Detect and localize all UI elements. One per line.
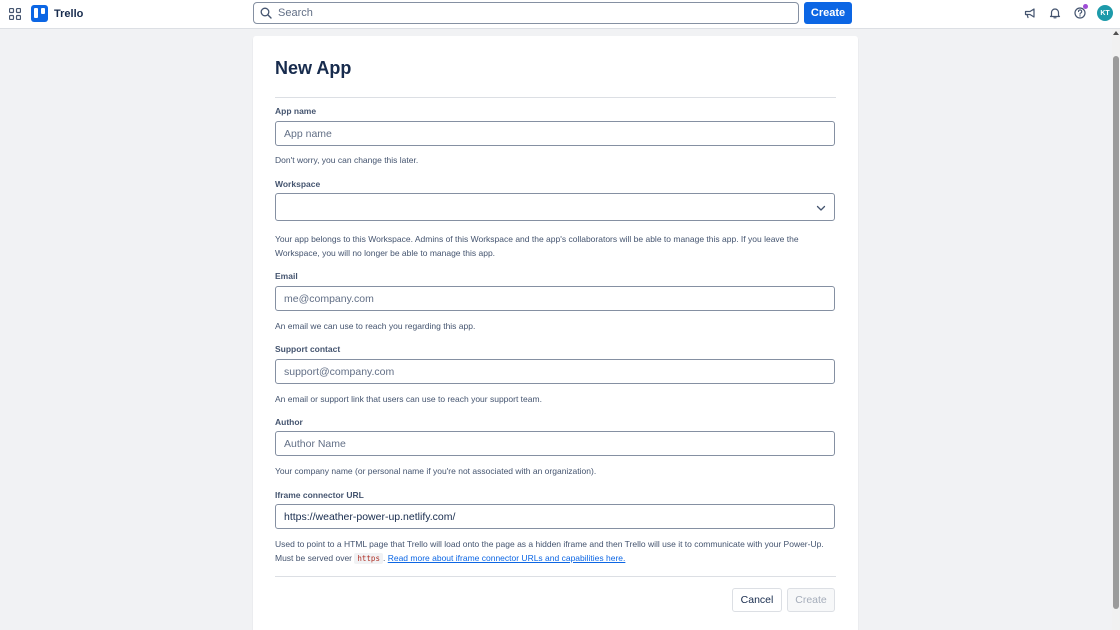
scroll-up-arrow-icon[interactable] bbox=[1113, 31, 1119, 35]
feedback-button[interactable] bbox=[1023, 6, 1037, 20]
page-title: New App bbox=[275, 58, 352, 78]
author-helper: Your company name (or personal name if y… bbox=[275, 466, 597, 476]
search-icon bbox=[260, 7, 272, 19]
notifications-button[interactable] bbox=[1048, 6, 1062, 20]
app-name-label: App name bbox=[275, 106, 317, 116]
app-name-helper: Don't worry, you can change this later. bbox=[275, 155, 419, 165]
megaphone-icon bbox=[1024, 8, 1035, 19]
email-field[interactable] bbox=[275, 286, 835, 311]
help-button[interactable] bbox=[1073, 4, 1088, 20]
trello-logo-icon bbox=[31, 5, 48, 22]
search-box[interactable] bbox=[253, 2, 799, 24]
top-navigation-bar: Trello Create KT bbox=[0, 0, 1120, 29]
iframe-docs-link[interactable]: Read more about iframe connector URLs an… bbox=[388, 553, 626, 563]
trello-logo-text: Trello bbox=[54, 7, 84, 20]
footer-divider bbox=[275, 576, 836, 577]
page-scrollbar[interactable] bbox=[1112, 29, 1120, 630]
bell-icon bbox=[1049, 8, 1061, 19]
scrollbar-thumb[interactable] bbox=[1113, 56, 1119, 609]
iframe-url-helper: Used to point to a HTML page that Trello… bbox=[275, 537, 837, 566]
avatar[interactable]: KT bbox=[1097, 5, 1113, 21]
support-contact-label: Support contact bbox=[275, 344, 341, 354]
grid-icon bbox=[9, 8, 21, 20]
iframe-helper-separator: . bbox=[382, 553, 386, 563]
workspace-label: Workspace bbox=[275, 179, 321, 189]
https-code: https bbox=[354, 553, 383, 564]
email-helper: An email we can use to reach you regardi… bbox=[275, 321, 476, 331]
create-app-button[interactable]: Create bbox=[787, 588, 835, 612]
workspace-select[interactable] bbox=[275, 193, 835, 221]
trello-logo[interactable]: Trello bbox=[31, 4, 83, 23]
app-name-input[interactable] bbox=[275, 121, 835, 146]
email-label: Email bbox=[275, 271, 298, 281]
author-input[interactable] bbox=[275, 431, 835, 456]
app-switcher-button[interactable] bbox=[6, 5, 24, 23]
create-menu-button[interactable]: Create bbox=[804, 2, 852, 24]
chevron-down-icon bbox=[816, 205, 826, 211]
author-label: Author bbox=[275, 417, 303, 427]
support-contact-helper: An email or support link that users can … bbox=[275, 394, 542, 404]
notification-dot bbox=[1083, 4, 1088, 9]
new-app-form-card: New App App name Don't worry, you can ch… bbox=[253, 36, 858, 630]
iframe-url-input[interactable] bbox=[275, 504, 835, 529]
support-contact-input[interactable] bbox=[275, 359, 835, 384]
workspace-helper: Your app belongs to this Workspace. Admi… bbox=[275, 234, 799, 258]
iframe-url-label: Iframe connector URL bbox=[275, 490, 364, 500]
cancel-button[interactable]: Cancel bbox=[732, 588, 782, 612]
search-input[interactable] bbox=[278, 7, 778, 19]
title-divider bbox=[275, 97, 836, 98]
